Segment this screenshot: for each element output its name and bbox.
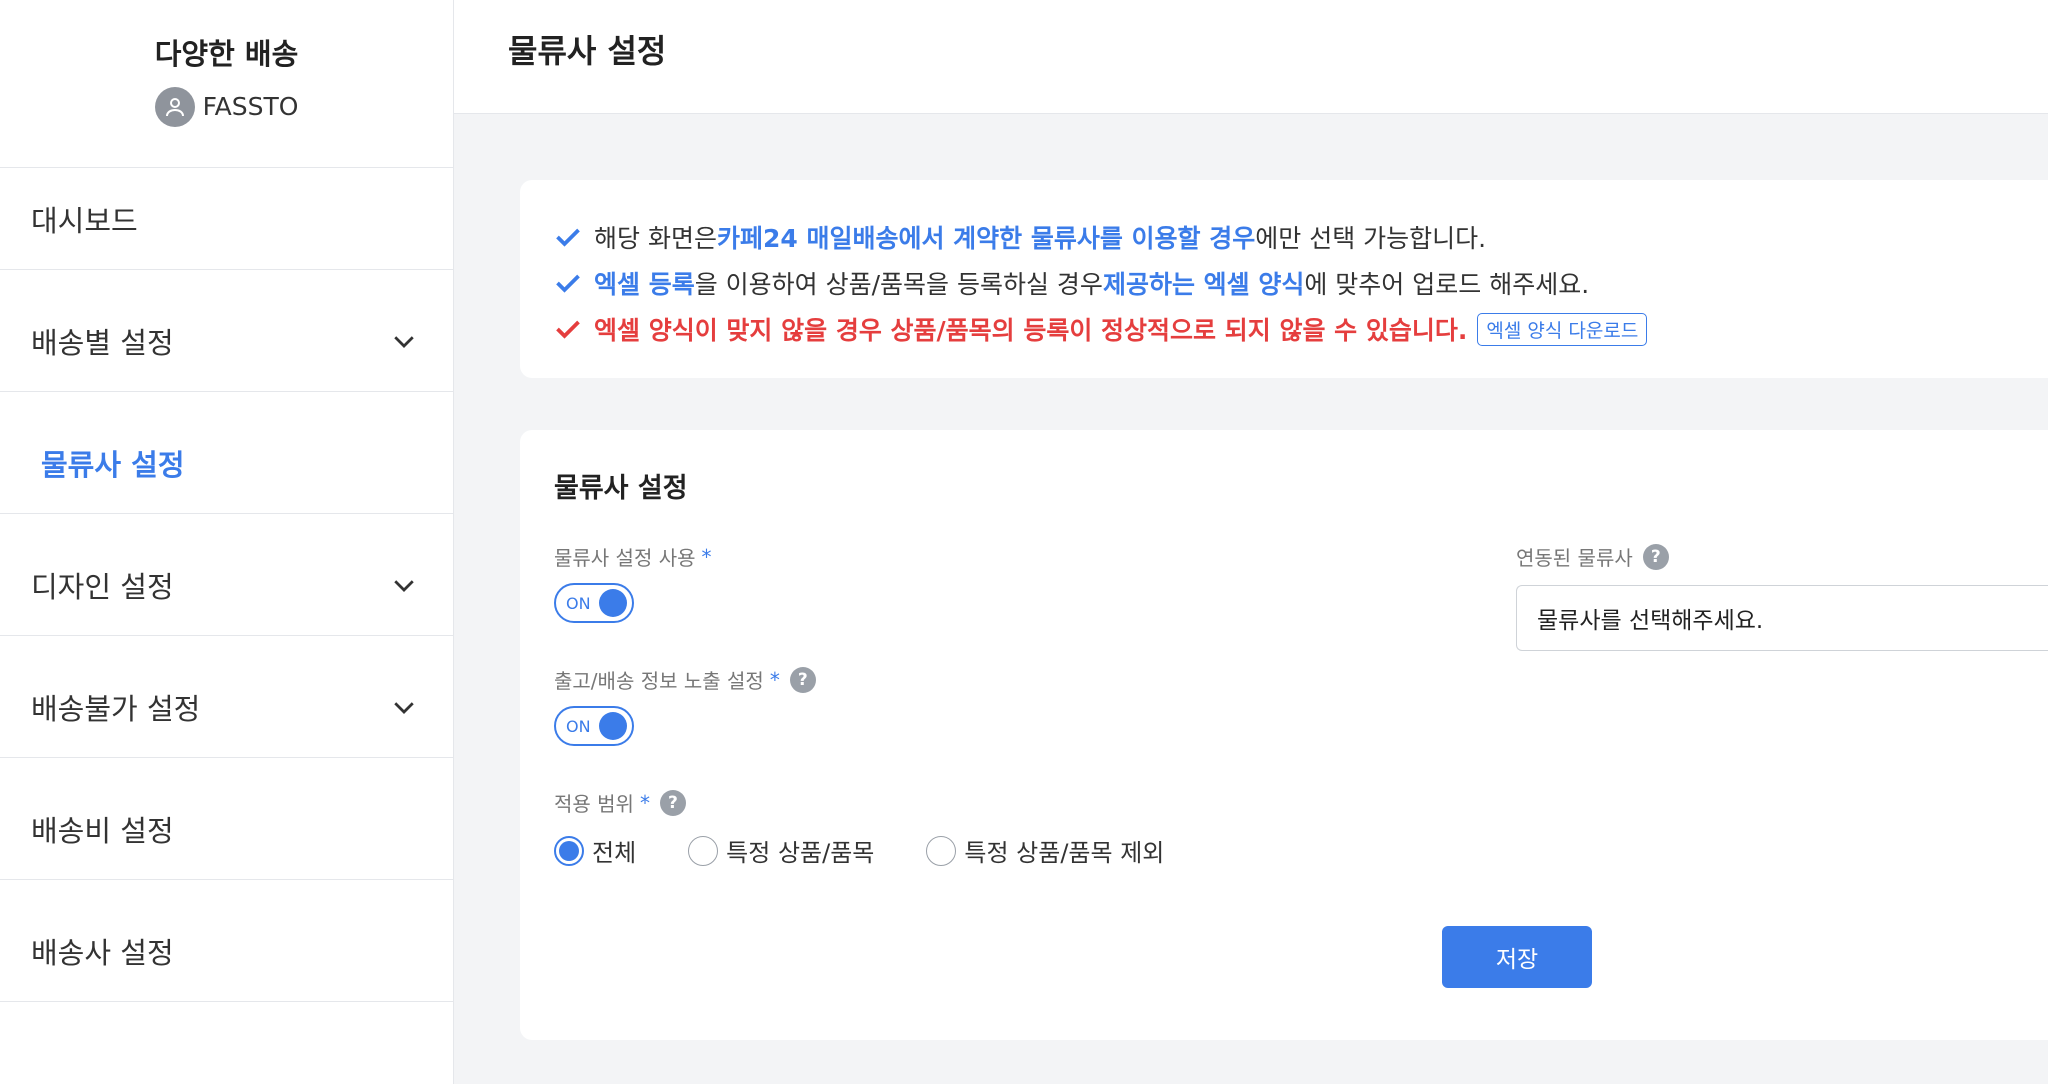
sidebar-item-label: 물류사 설정 bbox=[41, 447, 185, 482]
sidebar-item-label: 배송비 설정 bbox=[31, 813, 174, 848]
toggle-text: ON bbox=[566, 716, 591, 736]
sidebar-item-logistics-settings[interactable]: 물류사 설정 bbox=[0, 412, 453, 534]
brand-user: FASSTO bbox=[154, 86, 299, 127]
sidebar-item-dashboard[interactable]: 대시보드 bbox=[0, 168, 453, 290]
field-linked-logistics: 연동된 물류사 ? 물류사를 선택해주세요. bbox=[1516, 542, 2048, 651]
radio-circle bbox=[688, 835, 719, 866]
panel-title: 물류사 설정 bbox=[554, 473, 688, 504]
field-label: 물류사 설정 사용 * bbox=[554, 542, 712, 571]
field-label-text: 출고/배송 정보 노출 설정 bbox=[554, 669, 764, 693]
sidebar-item-label: 배송사 설정 bbox=[31, 935, 174, 970]
sidebar-item-label: 디자인 설정 bbox=[31, 569, 174, 604]
scope-radio-exclude[interactable]: 특정 상품/품목 제외 bbox=[926, 833, 1164, 868]
sidebar-item-design-settings[interactable]: 디자인 설정 bbox=[0, 534, 453, 656]
notice-text: 에만 선택 가능합니다. bbox=[1255, 224, 1487, 253]
toggle-knob bbox=[599, 589, 627, 617]
notice-text: 을 이용하여 상품/품목을 등록하실 경우 bbox=[694, 270, 1103, 299]
radio-circle bbox=[554, 835, 584, 866]
scope-radio-all[interactable]: 전체 bbox=[554, 833, 636, 868]
field-apply-scope: 적용 범위 * ? 전체 특정 상품/품목 특정 상품/품목 제외 bbox=[554, 788, 1216, 868]
notice-box: 해당 화면은 카페24 매일배송에서 계약한 물류사를 이용할 경우 에만 선택… bbox=[520, 180, 2048, 378]
brand-title: 다양한 배송 bbox=[154, 36, 299, 71]
logistics-use-toggle[interactable]: ON bbox=[554, 583, 634, 623]
field-label: 연동된 물류사 ? bbox=[1516, 542, 2048, 571]
check-icon bbox=[556, 274, 580, 293]
scope-radio-specific[interactable]: 특정 상품/품목 bbox=[688, 833, 874, 868]
notice-highlight: 엑셀 등록 bbox=[594, 270, 695, 299]
notice-line-1: 해당 화면은 카페24 매일배송에서 계약한 물류사를 이용할 경우 에만 선택… bbox=[554, 214, 2048, 260]
brand-header: 다양한 배송 FASSTO bbox=[0, 0, 453, 167]
sidebar-item-shipping-fee-settings[interactable]: 배송비 설정 bbox=[0, 778, 453, 900]
shipping-info-toggle[interactable]: ON bbox=[554, 706, 634, 746]
select-placeholder: 물류사를 선택해주세요. bbox=[1537, 608, 1764, 634]
scope-radio-group: 전체 특정 상품/품목 특정 상품/품목 제외 bbox=[554, 833, 1216, 868]
help-icon[interactable]: ? bbox=[789, 666, 816, 693]
radio-label: 특정 상품/품목 제외 bbox=[964, 839, 1165, 867]
notice-warning: 엑셀 양식이 맞지 않을 경우 상품/품목의 등록이 정상적으로 되지 않을 수… bbox=[594, 316, 1468, 345]
notice-text: 에 맞추어 업로드 해주세요. bbox=[1304, 270, 1590, 299]
required-mark: * bbox=[701, 544, 712, 569]
field-label: 출고/배송 정보 노출 설정 * ? bbox=[554, 665, 816, 694]
radio-label: 특정 상품/품목 bbox=[726, 839, 875, 867]
brand-user-name: FASSTO bbox=[202, 92, 299, 121]
help-icon[interactable]: ? bbox=[659, 789, 686, 816]
radio-label: 전체 bbox=[592, 839, 637, 867]
app-root: 다양한 배송 FASSTO 대시보드 배송별 설정 물류사 설정 디자인 설정 … bbox=[0, 0, 2048, 1084]
check-icon bbox=[556, 320, 580, 339]
help-icon[interactable]: ? bbox=[1642, 543, 1669, 570]
notice-text: 해당 화면은 bbox=[594, 224, 717, 253]
linked-logistics-select[interactable]: 물류사를 선택해주세요. bbox=[1516, 585, 2048, 651]
sidebar-item-label: 배송별 설정 bbox=[31, 325, 174, 360]
field-label: 적용 범위 * ? bbox=[554, 788, 1216, 817]
toggle-text: ON bbox=[566, 593, 591, 613]
sidebar-item-shipping-settings[interactable]: 배송별 설정 bbox=[0, 290, 453, 412]
notice-line-3: 엑셀 양식이 맞지 않을 경우 상품/품목의 등록이 정상적으로 되지 않을 수… bbox=[554, 306, 2048, 352]
notice-highlight: 카페24 매일배송에서 계약한 물류사를 이용할 경우 bbox=[716, 224, 1256, 253]
chevron-down-icon bbox=[394, 579, 414, 592]
field-label-text: 적용 범위 bbox=[554, 792, 634, 816]
required-mark: * bbox=[639, 790, 650, 815]
sidebar-item-carrier-settings[interactable]: 배송사 설정 bbox=[0, 900, 453, 1022]
required-mark: * bbox=[769, 667, 780, 692]
logistics-settings-panel: 물류사 설정 물류사 설정 사용 * ON 출고/배송 정보 노출 설정 * ?… bbox=[520, 430, 2048, 1040]
check-icon bbox=[556, 228, 580, 247]
sidebar-item-undeliverable-settings[interactable]: 배송불가 설정 bbox=[0, 656, 453, 778]
field-shipping-info-display: 출고/배송 정보 노출 설정 * ? ON bbox=[554, 665, 816, 746]
save-button[interactable]: 저장 bbox=[1442, 926, 1592, 988]
page-title: 물류사 설정 bbox=[508, 31, 667, 70]
notice-highlight: 제공하는 엑셀 양식 bbox=[1102, 270, 1305, 299]
field-logistics-use: 물류사 설정 사용 * ON bbox=[554, 542, 712, 623]
sidebar: 다양한 배송 FASSTO 대시보드 배송별 설정 물류사 설정 디자인 설정 … bbox=[0, 0, 454, 1084]
radio-circle bbox=[926, 835, 957, 866]
sidebar-item-label: 대시보드 bbox=[31, 203, 138, 238]
field-label-text: 연동된 물류사 bbox=[1516, 546, 1633, 570]
chevron-down-icon bbox=[394, 701, 414, 714]
user-avatar-icon bbox=[154, 86, 195, 127]
notice-line-2: 엑셀 등록 을 이용하여 상품/품목을 등록하실 경우 제공하는 엑셀 양식 에… bbox=[554, 260, 2048, 306]
field-label-text: 물류사 설정 사용 bbox=[554, 546, 696, 570]
main-area: 물류사 설정 해당 화면은 카페24 매일배송에서 계약한 물류사를 이용할 경… bbox=[454, 0, 2048, 1084]
excel-template-download-button[interactable]: 엑셀 양식 다운로드 bbox=[1477, 312, 1648, 346]
chevron-down-icon bbox=[394, 335, 414, 348]
content: 해당 화면은 카페24 매일배송에서 계약한 물류사를 이용할 경우 에만 선택… bbox=[454, 114, 2048, 1040]
toggle-knob bbox=[599, 712, 627, 740]
sidebar-menu: 대시보드 배송별 설정 물류사 설정 디자인 설정 배송불가 설정 배송비 설정 bbox=[0, 167, 453, 1022]
sidebar-item-label: 배송불가 설정 bbox=[31, 691, 201, 726]
top-header: 물류사 설정 bbox=[454, 0, 2048, 114]
